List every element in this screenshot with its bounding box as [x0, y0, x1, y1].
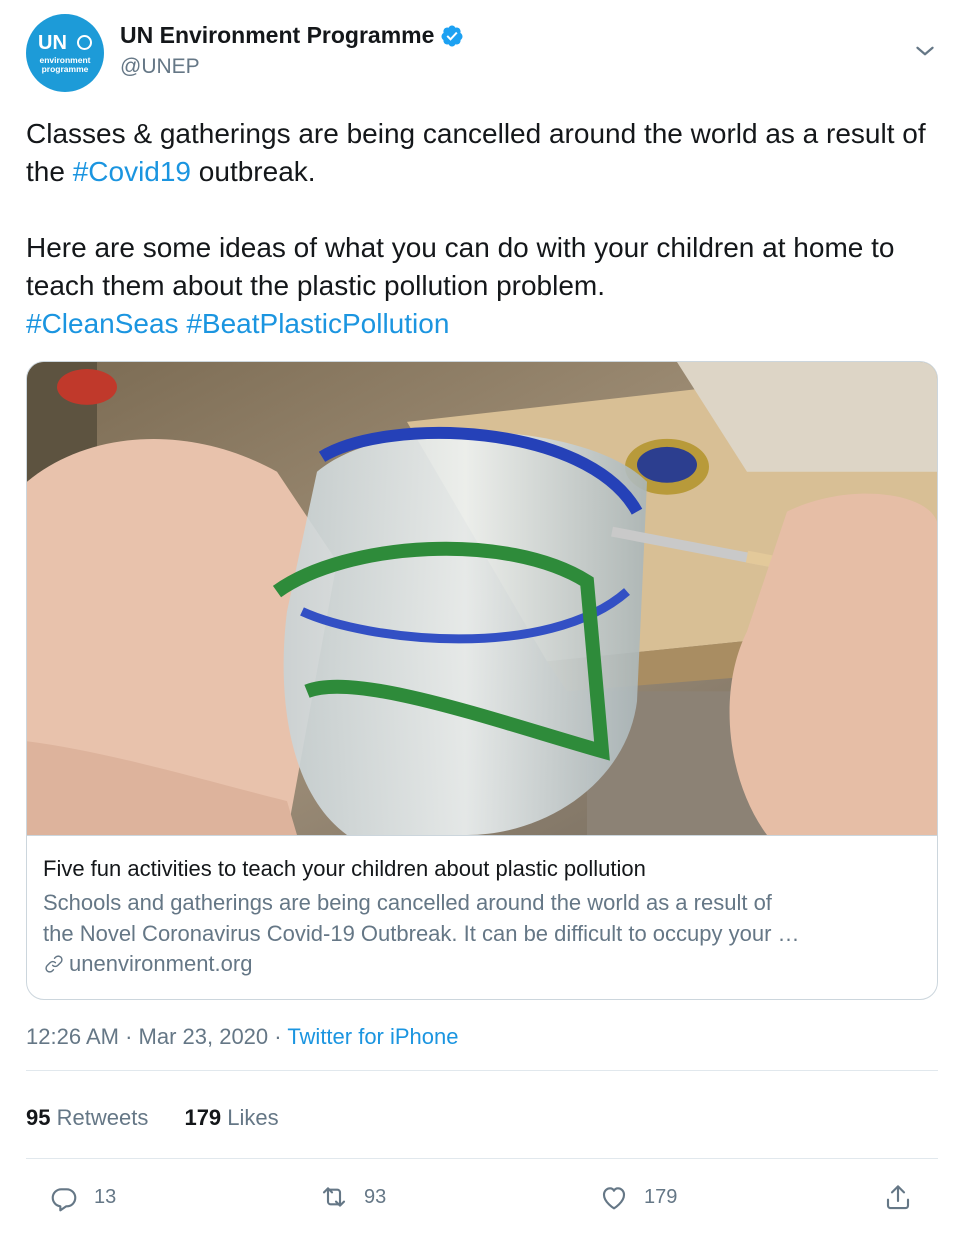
reply-button[interactable]: 13 — [48, 1178, 116, 1216]
avatar-subtitle: environment programme — [39, 55, 91, 74]
card-description: Schools and gatherings are being cancell… — [43, 887, 923, 949]
avatar-un-text: UN — [38, 32, 67, 54]
link-card[interactable]: Five fun activities to teach your childr… — [26, 361, 938, 1000]
hashtag-covid19[interactable]: #Covid19 — [73, 156, 191, 187]
author-name-row[interactable]: UN Environment Programme — [120, 22, 464, 49]
hashtag-cleanseas[interactable]: #CleanSeas — [26, 308, 179, 339]
share-button[interactable] — [882, 1178, 914, 1216]
reply-count: 13 — [94, 1185, 117, 1208]
retweet-button[interactable]: 93 — [318, 1178, 386, 1216]
tweet-meta: 12:26 AM · Mar 23, 2020 · Twitter for iP… — [26, 1024, 459, 1049]
share-icon — [886, 1185, 910, 1210]
tweet-text: Classes & gatherings are being cancelled… — [26, 115, 946, 343]
retweets-stat[interactable]: 95 Retweets — [26, 1105, 148, 1131]
like-count: 179 — [644, 1185, 678, 1208]
link-icon — [45, 955, 63, 973]
card-body: Five fun activities to teach your childr… — [43, 854, 923, 979]
author-handle[interactable]: @UNEP — [120, 55, 200, 79]
tweet-paragraph-1: Classes & gatherings are being cancelled… — [26, 118, 926, 187]
card-title: Five fun activities to teach your childr… — [43, 856, 646, 881]
card-domain-row: unenvironment.org — [43, 949, 923, 979]
reply-icon — [51, 1188, 77, 1212]
heart-icon — [602, 1187, 626, 1210]
tweet-paragraph-2: Here are some ideas of what you can do w… — [26, 232, 895, 339]
card-image — [27, 362, 937, 836]
divider — [26, 1158, 938, 1159]
author-name[interactable]: UN Environment Programme — [120, 22, 434, 49]
card-domain: unenvironment.org — [69, 951, 253, 976]
verified-badge-icon — [441, 25, 463, 46]
likes-stat[interactable]: 179 Likes — [184, 1105, 278, 1131]
tweet-date[interactable]: Mar 23, 2020 — [139, 1024, 269, 1049]
chevron-down-icon[interactable] — [912, 38, 938, 64]
tweet-time[interactable]: 12:26 AM — [26, 1024, 119, 1049]
card-description-line-1: Schools and gatherings are being cancell… — [43, 890, 772, 915]
retweet-icon — [322, 1187, 346, 1207]
like-button[interactable]: 179 — [598, 1178, 677, 1216]
card-description-line-2: the Novel Coronavirus Covid-19 Outbreak.… — [43, 921, 800, 946]
hashtag-beatplasticpollution[interactable]: #BeatPlasticPollution — [186, 308, 449, 339]
tweet-source[interactable]: Twitter for iPhone — [287, 1024, 458, 1049]
un-globe-icon — [77, 35, 92, 50]
avatar[interactable]: UN environment programme — [26, 14, 104, 92]
retweet-count: 93 — [364, 1185, 387, 1208]
engagement-stats: 95 Retweets 179 Likes — [26, 1105, 279, 1131]
divider — [26, 1070, 938, 1071]
